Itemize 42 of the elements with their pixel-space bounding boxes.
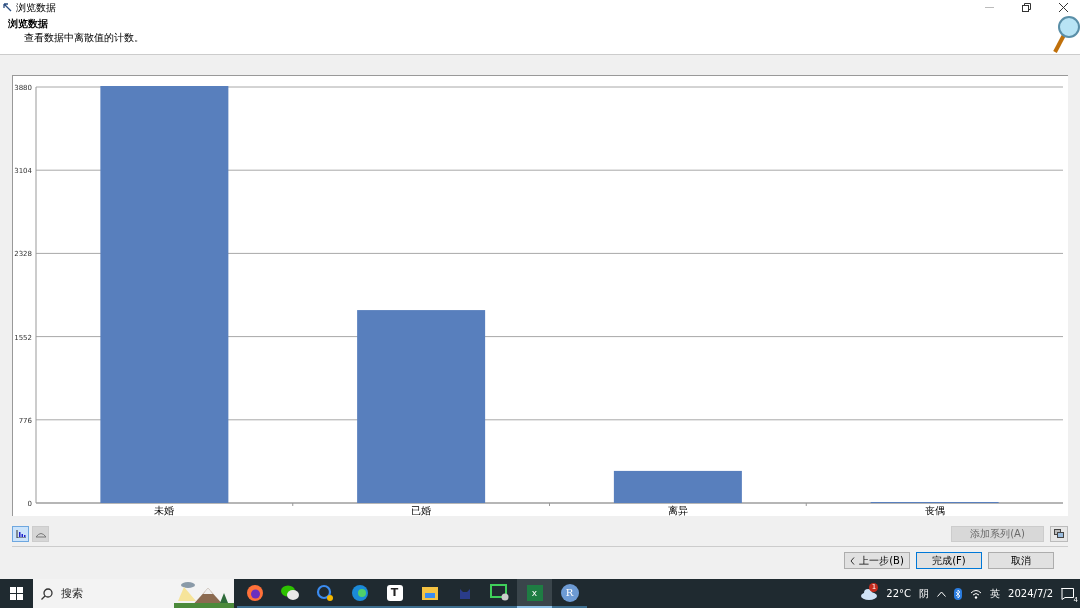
edge-icon (350, 583, 369, 602)
taskbar-app[interactable]: T (377, 579, 412, 608)
app-icon: R (560, 583, 579, 602)
copy-button[interactable] (1050, 525, 1068, 542)
restore-icon (1022, 3, 1031, 12)
cancel-button[interactable]: 取消 (988, 552, 1054, 569)
temperature: 22°C (886, 588, 912, 599)
chevron-left-icon (850, 556, 856, 565)
copy-icon (1054, 529, 1064, 538)
view-toggle[interactable] (12, 525, 29, 542)
back-arrow-icon[interactable] (3, 3, 12, 12)
window-title: 浏览数据 (16, 0, 56, 15)
spreadsheet-icon: x (526, 584, 543, 601)
view-toggle[interactable] (32, 525, 49, 542)
start-icon[interactable] (10, 587, 23, 600)
app-icon: T (386, 584, 403, 601)
back-button[interactable]: 上一步(B) (844, 552, 910, 569)
finish-button[interactable]: 完成(F) (916, 552, 982, 569)
wifi-icon[interactable] (970, 588, 983, 599)
page-title: 浏览数据 (8, 17, 49, 31)
input-method-indicator[interactable]: 英 (990, 586, 1001, 601)
search-icon (41, 587, 53, 600)
taskbar-app[interactable]: x (517, 579, 552, 608)
category-label: 离异 (667, 505, 688, 516)
bluetooth-icon[interactable] (954, 587, 963, 600)
category-label: 已婚 (411, 505, 432, 516)
chevron-up-icon[interactable] (937, 590, 947, 597)
folder-icon (420, 584, 439, 601)
search-bubble-icon (315, 583, 334, 602)
firefox-icon (245, 583, 264, 602)
category-label: 丧偶 (924, 505, 945, 516)
screen-icon (489, 584, 510, 601)
notification-icon[interactable] (1061, 587, 1074, 600)
minimize-icon (985, 7, 994, 8)
taskbar-search-field[interactable]: 搜索 (33, 579, 234, 608)
bar-chart-icon (15, 529, 26, 538)
weather-condition: 阴 (919, 586, 930, 601)
page-description: 查看数据中离散值的计数。 (23, 31, 145, 45)
clock-date[interactable]: 2024/7/2 (1008, 588, 1053, 599)
chat-icon (279, 583, 300, 602)
category-label: 未婚 (154, 505, 175, 516)
close-icon (1059, 3, 1068, 12)
